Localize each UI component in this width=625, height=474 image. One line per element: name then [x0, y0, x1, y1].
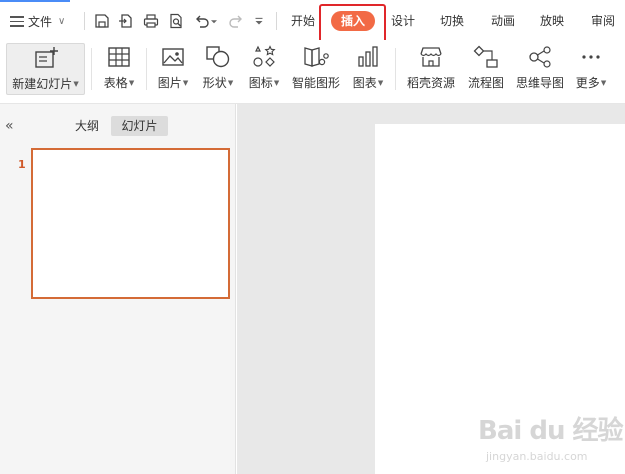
- hamburger-icon: [10, 15, 24, 27]
- baidu-watermark: Bai du 经验 jingyan.baidu.com: [478, 410, 623, 463]
- divider: [84, 12, 85, 30]
- new-slide-icon: [33, 44, 59, 72]
- picture-button[interactable]: 图片▼: [155, 43, 191, 95]
- tab-transitions[interactable]: 切换: [437, 11, 467, 31]
- slide-panel: « 大纲 幻灯片 1: [0, 104, 236, 474]
- flowchart-icon: [473, 43, 499, 71]
- shape-icon: [205, 43, 231, 71]
- icon-label: 图标▼: [248, 76, 280, 90]
- tab-start[interactable]: 开始: [288, 11, 318, 31]
- chart-button[interactable]: 图表▼: [350, 43, 386, 95]
- daoke-resources-button[interactable]: 稻壳资源: [404, 43, 458, 95]
- smartart-icon: [302, 43, 330, 71]
- mindmap-button[interactable]: 思维导图: [514, 43, 566, 95]
- flowchart-label: 流程图: [467, 76, 504, 90]
- chart-label: 图表▼: [352, 76, 384, 90]
- insert-ribbon: 新建幻灯片▼ 表格▼ 图片▼ 形状▼ 图标▼ 智能图形 图表▼ 稻壳资源 流程图…: [0, 40, 625, 104]
- annotation-highlight: [319, 4, 386, 44]
- smartart-button[interactable]: 智能图形: [289, 43, 343, 95]
- divider: [146, 48, 147, 90]
- picture-icon: [161, 43, 185, 71]
- icons-library-icon: [251, 43, 277, 71]
- print-icon[interactable]: [141, 11, 161, 31]
- title-bar: 文件 ∨ 开始 插入 设计 切换 动画 放映 审阅: [0, 0, 625, 44]
- shape-label: 形状▼: [202, 76, 234, 90]
- table-label: 表格▼: [103, 76, 135, 90]
- tab-animations[interactable]: 动画: [488, 11, 518, 31]
- active-tab-accent: [0, 0, 70, 2]
- store-icon: [418, 43, 444, 71]
- tab-outline[interactable]: 大纲: [68, 116, 106, 136]
- redo-icon: [226, 11, 246, 31]
- more-button[interactable]: 更多▼: [573, 43, 609, 95]
- slide-thumbnail[interactable]: [31, 148, 230, 299]
- more-label: 更多▼: [575, 76, 607, 90]
- daoke-resources-label: 稻壳资源: [406, 76, 455, 90]
- save-icon[interactable]: [92, 11, 112, 31]
- shape-button[interactable]: 形状▼: [199, 43, 237, 95]
- table-button[interactable]: 表格▼: [100, 43, 138, 95]
- icon-button[interactable]: 图标▼: [245, 43, 283, 95]
- flowchart-button[interactable]: 流程图: [466, 43, 506, 95]
- collapse-panel-icon[interactable]: «: [5, 118, 14, 134]
- print-preview-icon[interactable]: [166, 11, 186, 31]
- smartart-label: 智能图形: [291, 76, 340, 90]
- tab-review[interactable]: 审阅: [587, 11, 619, 31]
- mindmap-label: 思维导图: [515, 76, 564, 90]
- undo-dropdown-icon[interactable]: [208, 11, 220, 31]
- slide-number: 1: [18, 158, 26, 171]
- divider: [276, 12, 277, 30]
- export-pdf-icon[interactable]: [116, 11, 136, 31]
- file-menu-button[interactable]: 文件 ∨: [10, 11, 65, 31]
- new-slide-label: 新建幻灯片▼: [12, 77, 79, 91]
- divider: [91, 48, 92, 90]
- more-dots-icon: [580, 43, 602, 71]
- new-slide-button[interactable]: 新建幻灯片▼: [6, 43, 85, 95]
- tab-slides[interactable]: 幻灯片: [111, 116, 168, 136]
- watermark-url: jingyan.baidu.com: [486, 450, 588, 463]
- chart-icon: [356, 43, 380, 71]
- picture-label: 图片▼: [157, 76, 189, 90]
- watermark-brand: Bai du 经验: [478, 416, 623, 446]
- table-icon: [107, 43, 131, 71]
- tab-slideshow[interactable]: 放映: [537, 11, 567, 31]
- file-menu-label: 文件: [28, 14, 53, 29]
- chevron-down-icon: ∨: [58, 15, 66, 27]
- mindmap-icon: [527, 43, 553, 71]
- customize-toolbar-icon[interactable]: [252, 11, 266, 31]
- divider: [395, 48, 396, 90]
- tab-design[interactable]: 设计: [388, 11, 418, 31]
